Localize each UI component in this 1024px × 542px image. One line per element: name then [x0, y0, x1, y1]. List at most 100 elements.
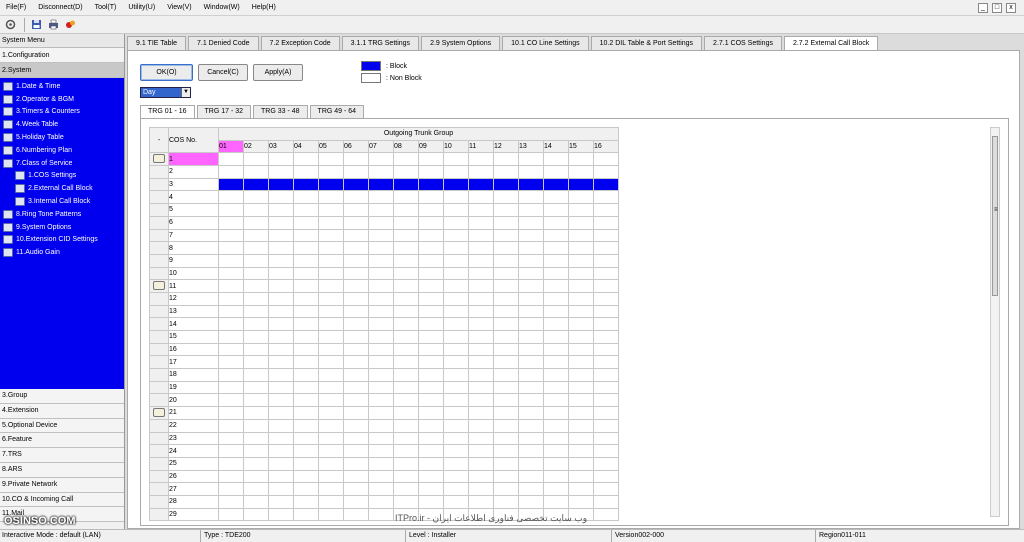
block-cell[interactable] — [493, 431, 519, 446]
block-cell[interactable] — [543, 393, 569, 408]
tree-item-6[interactable]: 7.Class of Service — [0, 157, 124, 170]
block-cell[interactable] — [443, 469, 469, 484]
block-cell[interactable] — [493, 253, 519, 268]
block-cell[interactable] — [293, 228, 319, 243]
block-cell[interactable] — [468, 482, 494, 496]
block-cell[interactable] — [593, 469, 619, 484]
block-cell[interactable] — [318, 241, 344, 255]
chevron-down-icon[interactable]: ▼ — [181, 88, 190, 97]
block-cell[interactable] — [368, 279, 394, 293]
block-cell[interactable] — [418, 152, 444, 167]
block-cell[interactable] — [418, 469, 444, 484]
block-cell[interactable] — [593, 406, 619, 420]
cos-row-label[interactable]: 29 — [168, 507, 219, 522]
cos-row-label[interactable]: 22 — [168, 418, 219, 433]
block-cell[interactable] — [543, 291, 569, 306]
block-cell[interactable] — [393, 456, 419, 471]
block-cell[interactable] — [443, 152, 469, 167]
block-cell[interactable] — [568, 266, 594, 281]
block-cell[interactable] — [418, 304, 444, 319]
block-cell[interactable] — [293, 190, 319, 205]
block-cell[interactable] — [218, 190, 244, 205]
block-cell[interactable] — [218, 368, 244, 382]
block-cell[interactable] — [293, 330, 319, 344]
sidebar-item-2[interactable]: 5.Optional Device — [0, 418, 124, 434]
block-cell[interactable] — [543, 177, 569, 192]
block-cell[interactable] — [543, 266, 569, 281]
block-cell[interactable] — [543, 368, 569, 382]
block-cell[interactable] — [443, 317, 469, 331]
block-cell[interactable] — [318, 253, 344, 268]
tab-0[interactable]: 9.1 TIE Table — [127, 36, 186, 50]
block-cell[interactable] — [518, 406, 544, 420]
block-cell[interactable] — [243, 482, 269, 496]
menu-item-4[interactable]: View(V) — [161, 0, 197, 16]
block-cell[interactable] — [518, 355, 544, 370]
day-mode-select[interactable]: Day ▼ — [140, 87, 191, 98]
block-cell[interactable] — [568, 330, 594, 344]
block-cell[interactable] — [418, 279, 444, 293]
block-cell[interactable] — [543, 431, 569, 446]
block-cell[interactable] — [343, 330, 369, 344]
block-cell[interactable] — [368, 190, 394, 205]
block-cell[interactable] — [493, 368, 519, 382]
block-cell[interactable] — [493, 482, 519, 496]
block-cell[interactable] — [268, 215, 294, 230]
ok-button[interactable]: OK(O) — [140, 64, 193, 81]
block-cell[interactable] — [293, 444, 319, 458]
block-cell[interactable] — [268, 279, 294, 293]
block-cell[interactable] — [218, 177, 244, 192]
tree-item-5[interactable]: 6.Numbering Plan — [0, 144, 124, 157]
cos-row-label[interactable]: 11 — [168, 279, 219, 293]
block-cell[interactable] — [568, 482, 594, 496]
block-cell[interactable] — [368, 215, 394, 230]
block-cell[interactable] — [418, 330, 444, 344]
block-cell[interactable] — [318, 368, 344, 382]
block-cell[interactable] — [593, 177, 619, 192]
block-cell[interactable] — [218, 330, 244, 344]
column-header-08[interactable]: 08 — [393, 139, 419, 154]
cos-row-label[interactable]: 19 — [168, 380, 219, 395]
block-cell[interactable] — [243, 203, 269, 217]
block-cell[interactable] — [568, 494, 594, 509]
block-cell[interactable] — [243, 165, 269, 179]
block-cell[interactable] — [218, 431, 244, 446]
block-cell[interactable] — [493, 393, 519, 408]
block-cell[interactable] — [443, 494, 469, 509]
block-cell[interactable] — [568, 342, 594, 357]
block-cell[interactable] — [343, 456, 369, 471]
cos-row-label[interactable]: 4 — [168, 190, 219, 205]
block-cell[interactable] — [268, 494, 294, 509]
block-cell[interactable] — [243, 418, 269, 433]
block-cell[interactable] — [243, 241, 269, 255]
block-cell[interactable] — [293, 291, 319, 306]
menu-item-3[interactable]: Utility(U) — [122, 0, 161, 16]
block-cell[interactable] — [393, 418, 419, 433]
block-cell[interactable] — [418, 355, 444, 370]
block-cell[interactable] — [218, 342, 244, 357]
block-cell[interactable] — [418, 177, 444, 192]
block-cell[interactable] — [543, 203, 569, 217]
block-cell[interactable] — [593, 355, 619, 370]
block-cell[interactable] — [518, 266, 544, 281]
block-cell[interactable] — [393, 165, 419, 179]
block-cell[interactable] — [318, 406, 344, 420]
column-header-05[interactable]: 05 — [318, 139, 344, 154]
maximize-button[interactable]: □ — [992, 3, 1002, 13]
block-cell[interactable] — [293, 177, 319, 192]
cos-row-label[interactable]: 27 — [168, 482, 219, 496]
block-cell[interactable] — [218, 494, 244, 509]
block-cell[interactable] — [368, 456, 394, 471]
block-cell[interactable] — [543, 342, 569, 357]
block-cell[interactable] — [468, 241, 494, 255]
tab-4[interactable]: 2.9 System Options — [421, 36, 501, 50]
block-cell[interactable] — [393, 152, 419, 167]
block-cell[interactable] — [368, 342, 394, 357]
block-cell[interactable] — [418, 431, 444, 446]
block-cell[interactable] — [218, 203, 244, 217]
save-icon[interactable] — [29, 18, 43, 32]
block-cell[interactable] — [593, 393, 619, 408]
block-cell[interactable] — [493, 165, 519, 179]
block-cell[interactable] — [593, 444, 619, 458]
block-cell[interactable] — [468, 317, 494, 331]
